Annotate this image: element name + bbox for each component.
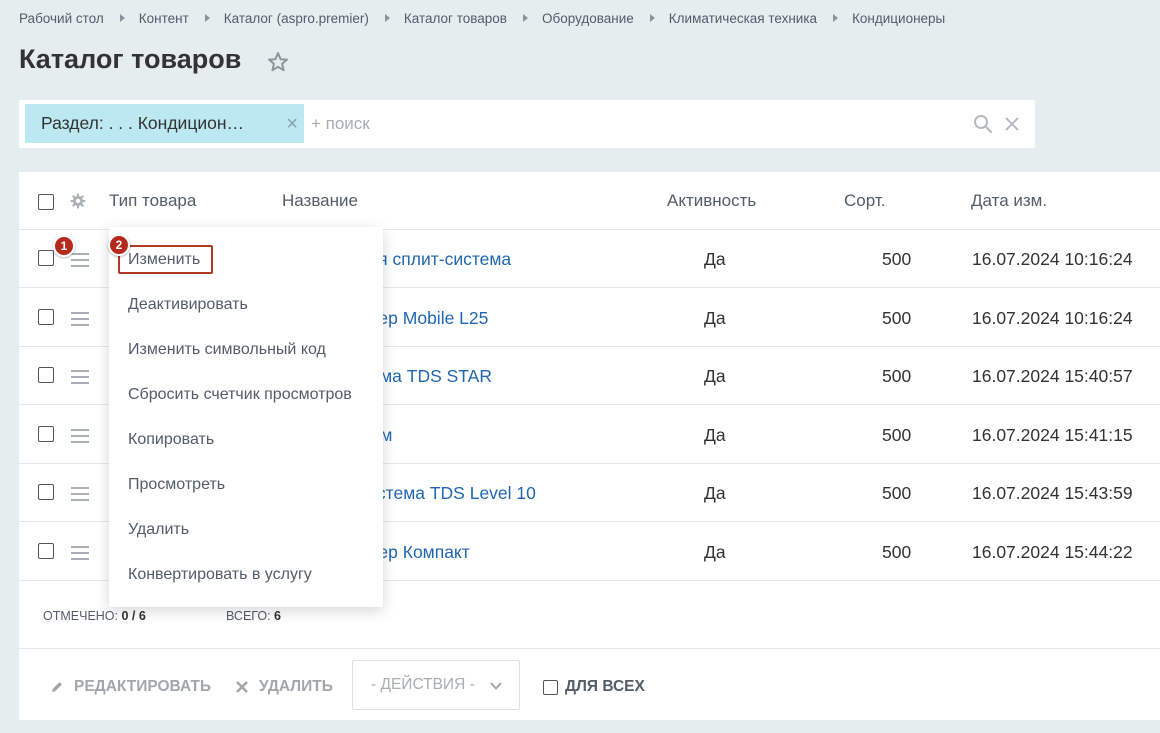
row-checkbox[interactable] xyxy=(38,250,54,266)
chevron-right-icon xyxy=(204,14,210,22)
cross-icon xyxy=(236,681,248,693)
breadcrumb-item-conditioners[interactable]: Кондиционеры xyxy=(852,11,945,26)
breadcrumb-item-equipment[interactable]: Оборудование xyxy=(542,11,634,26)
chevron-right-icon xyxy=(522,14,528,22)
menu-item-change-code[interactable]: Изменить символьный код xyxy=(128,341,326,359)
column-header-type[interactable]: Тип товара xyxy=(109,191,196,211)
search-icon[interactable] xyxy=(973,114,993,134)
breadcrumb-item-catalog-aspro[interactable]: Каталог (aspro.premier) xyxy=(224,11,369,26)
menu-item-delete[interactable]: Удалить xyxy=(128,521,189,539)
breadcrumb: Рабочий стол Контент Каталог (aspro.prem… xyxy=(19,10,945,26)
grid-header: Тип товара Название Активность Сорт. Дат… xyxy=(19,172,1160,230)
breadcrumb-item-content[interactable]: Контент xyxy=(139,11,189,26)
row-checkbox[interactable] xyxy=(38,543,54,559)
filter-tag-section[interactable]: Раздел: . . . Кондицион… × xyxy=(25,104,304,143)
row-checkbox[interactable] xyxy=(38,309,54,325)
selected-count: ОТМЕЧЕНО: 0 / 6 xyxy=(43,609,146,623)
filter-tag-close-icon[interactable]: × xyxy=(286,114,298,134)
row-active: Да xyxy=(704,366,726,386)
column-header-active[interactable]: Активность xyxy=(667,191,756,211)
for-all-checkbox[interactable] xyxy=(543,679,558,695)
drag-handle-icon[interactable] xyxy=(71,487,89,501)
drag-handle-icon[interactable] xyxy=(71,370,89,384)
filter-tag-label: Раздел: . . . Кондицион… xyxy=(41,113,245,133)
row-active: Да xyxy=(704,542,726,562)
chevron-right-icon xyxy=(833,14,839,22)
edit-button[interactable]: РЕДАКТИРОВАТЬ xyxy=(50,678,211,696)
breadcrumb-item-climate[interactable]: Климатическая техника xyxy=(669,11,817,26)
page-title: Каталог товаров xyxy=(19,44,242,74)
row-sort: 500 xyxy=(882,308,912,328)
row-sort: 500 xyxy=(882,483,912,503)
total-count-value: 6 xyxy=(274,609,281,623)
row-checkbox[interactable] xyxy=(38,426,54,442)
menu-item-view[interactable]: Просмотреть xyxy=(128,476,225,494)
drag-handle-icon[interactable] xyxy=(71,312,89,326)
drag-handle-icon[interactable] xyxy=(71,546,89,560)
select-all-checkbox[interactable] xyxy=(38,194,54,210)
edit-button-label: РЕДАКТИРОВАТЬ xyxy=(74,678,212,695)
action-panel: РЕДАКТИРОВАТЬ УДАЛИТЬ - ДЕЙСТВИЯ - ДЛЯ В… xyxy=(19,648,1160,720)
breadcrumb-item-desktop[interactable]: Рабочий стол xyxy=(19,11,104,26)
menu-item-copy[interactable]: Копировать xyxy=(128,431,214,449)
step-badge-1: 1 xyxy=(53,235,75,257)
row-date: 16.07.2024 10:16:24 xyxy=(972,249,1133,269)
column-header-sort[interactable]: Сорт. xyxy=(844,191,885,211)
row-sort: 500 xyxy=(882,366,912,386)
filter-bar: Раздел: . . . Кондицион… × + поиск xyxy=(19,100,1035,148)
delete-button-label: УДАЛИТЬ xyxy=(259,678,333,695)
total-count-label: ВСЕГО: xyxy=(226,609,271,623)
row-active: Да xyxy=(704,483,726,503)
actions-select[interactable]: - ДЕЙСТВИЯ - xyxy=(352,660,520,710)
row-active: Да xyxy=(704,249,726,269)
row-sort: 500 xyxy=(882,425,912,445)
pencil-icon xyxy=(52,682,62,692)
row-sort: 500 xyxy=(882,249,912,269)
delete-button[interactable]: УДАЛИТЬ xyxy=(235,678,333,696)
row-active: Да xyxy=(704,308,726,328)
row-checkbox[interactable] xyxy=(38,367,54,383)
breadcrumb-item-product-catalog[interactable]: Каталог товаров xyxy=(404,11,507,26)
clear-icon[interactable] xyxy=(1004,116,1020,132)
menu-item-convert[interactable]: Конвертировать в услугу xyxy=(128,566,312,584)
row-checkbox[interactable] xyxy=(38,484,54,500)
chevron-right-icon xyxy=(384,14,390,22)
chevron-right-icon xyxy=(649,14,655,22)
row-active: Да xyxy=(704,425,726,445)
row-date: 16.07.2024 15:44:22 xyxy=(972,542,1133,562)
menu-item-deactivate[interactable]: Деактивировать xyxy=(128,296,248,314)
row-date: 16.07.2024 15:43:59 xyxy=(972,483,1133,503)
chevron-down-icon xyxy=(490,682,502,690)
drag-handle-icon[interactable] xyxy=(71,429,89,443)
drag-handle-icon[interactable] xyxy=(71,253,89,267)
selected-count-label: ОТМЕЧЕНО: xyxy=(43,609,118,623)
gear-icon[interactable] xyxy=(70,193,86,209)
actions-select-value: - ДЕЙСТВИЯ - xyxy=(371,676,475,693)
selected-count-value: 0 / 6 xyxy=(121,609,146,623)
highlight-box xyxy=(118,245,213,274)
chevron-right-icon xyxy=(119,14,125,22)
menu-item-reset-views[interactable]: Сбросить счетчик просмотров xyxy=(128,386,352,404)
row-date: 16.07.2024 10:16:24 xyxy=(972,308,1133,328)
row-date: 16.07.2024 15:41:15 xyxy=(972,425,1133,445)
total-count: ВСЕГО: 6 xyxy=(226,609,281,623)
column-header-name[interactable]: Название xyxy=(282,191,358,211)
for-all-label: ДЛЯ ВСЕХ xyxy=(565,678,645,695)
row-date: 16.07.2024 15:40:57 xyxy=(972,366,1133,386)
for-all-toggle[interactable]: ДЛЯ ВСЕХ xyxy=(543,678,645,696)
row-sort: 500 xyxy=(882,542,912,562)
row-context-menu: Изменить Деактивировать Изменить символь… xyxy=(109,227,383,607)
column-header-date[interactable]: Дата изм. xyxy=(971,191,1047,211)
search-input[interactable]: + поиск xyxy=(311,114,370,134)
step-badge-2: 2 xyxy=(108,234,130,256)
star-icon[interactable] xyxy=(266,50,290,74)
